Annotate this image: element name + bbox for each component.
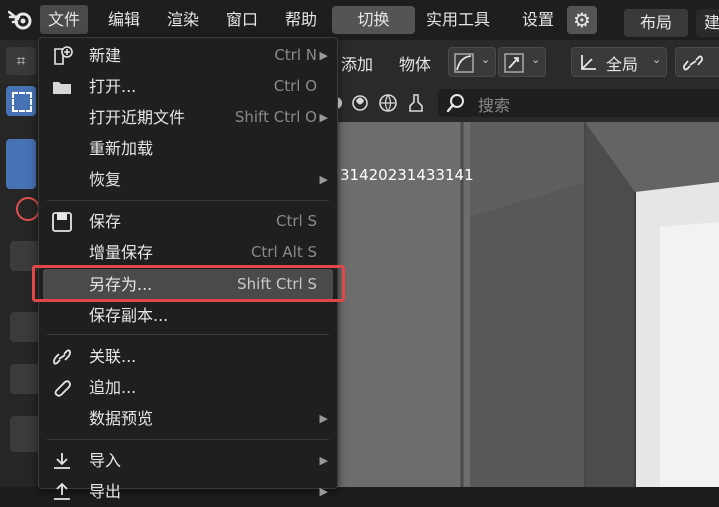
- visibility-icons[interactable]: [330, 92, 434, 114]
- menu-file[interactable]: 文件: [40, 5, 89, 34]
- transform-orientation-dropdown[interactable]: 全局 ⌄: [571, 47, 667, 77]
- submenu-arrow-icon: ▶: [319, 173, 328, 186]
- menu-item-shortcut: Ctrl O: [273, 77, 317, 95]
- folder-icon: [53, 82, 71, 94]
- menu-edit[interactable]: 编辑: [100, 5, 148, 34]
- add-toolbar-icon[interactable]: ⌗: [6, 47, 36, 75]
- menu-item-label: 保存: [89, 212, 122, 231]
- menu-separator: [47, 334, 329, 335]
- transform-label: 全局: [606, 55, 639, 74]
- paperclip-icon: [54, 380, 71, 397]
- menu-item-shortcut: Ctrl Alt S: [250, 243, 317, 261]
- submenu-arrow-icon: ▶: [319, 111, 328, 124]
- file-menu-dropdown: 新建 Ctrl N ▶ 打开... Ctrl O 打开近期文件 Shift Ct…: [38, 37, 338, 501]
- scale-tool[interactable]: [10, 364, 40, 394]
- menu-item-label: 恢复: [89, 170, 122, 189]
- chevron-down-icon: ⌄: [652, 53, 662, 66]
- menu-utilities[interactable]: 实用工具: [418, 5, 498, 34]
- tab-layout[interactable]: 布局: [624, 9, 688, 37]
- menu-separator: [47, 200, 329, 201]
- chevron-down-icon: ⌄: [481, 53, 491, 66]
- viewport-overlay-text: 31420231433141: [340, 166, 474, 184]
- menu-item-label: 增量保存: [89, 243, 154, 262]
- submenu-arrow-icon: ▶: [319, 412, 328, 425]
- new-file-icon: [54, 46, 73, 65]
- submenu-arrow-icon: ▶: [319, 49, 328, 62]
- menu-item-save[interactable]: 保存 Ctrl S: [39, 206, 337, 237]
- export-icon: [54, 482, 70, 500]
- submenu-arrow-icon: ▶: [319, 454, 328, 467]
- import-icon: [54, 453, 70, 469]
- menu-help[interactable]: 帮助: [277, 5, 325, 34]
- menu-item-link[interactable]: 关联...: [39, 341, 337, 372]
- menu-item-data-previews[interactable]: 数据预览 ▶: [39, 403, 337, 434]
- menu-item-label: 打开...: [89, 77, 137, 96]
- menu-item-revert[interactable]: 重新加载: [39, 133, 337, 164]
- pivot-dropdown[interactable]: [675, 47, 719, 77]
- menu-item-label: 导出: [89, 482, 122, 501]
- menu-item-open[interactable]: 打开... Ctrl O: [39, 71, 337, 102]
- add-menu[interactable]: 添加: [341, 51, 373, 75]
- object-menu[interactable]: 物体: [399, 51, 431, 75]
- menu-item-open-recent[interactable]: 打开近期文件 Shift Ctrl O ▶: [39, 102, 337, 133]
- menu-item-new[interactable]: 新建 Ctrl N ▶: [39, 40, 337, 71]
- menu-item-label: 数据预览: [89, 409, 154, 428]
- transform-tool[interactable]: [10, 416, 40, 452]
- gear-icon[interactable]: ⚙: [567, 6, 597, 34]
- search-field[interactable]: 搜索: [438, 89, 719, 117]
- menu-item-label: 新建: [89, 46, 122, 65]
- link-chain-icon: [683, 55, 703, 71]
- snap-icon: [504, 53, 524, 73]
- blender-logo-icon[interactable]: [7, 8, 34, 32]
- rotate-tool[interactable]: [10, 312, 40, 342]
- top-menu-bar: 文件 编辑 渲染 窗口 帮助 切换 实用工具 设置 ⚙ 布局 建: [0, 0, 719, 40]
- menu-item-import[interactable]: 导入 ▶: [39, 445, 337, 476]
- menu-item-recover[interactable]: 恢复 ▶: [39, 164, 337, 195]
- highlight-annotation-box: [32, 265, 345, 302]
- switch-button[interactable]: 切换: [332, 6, 415, 34]
- menu-render[interactable]: 渲染: [159, 5, 207, 34]
- menu-item-append[interactable]: 追加...: [39, 372, 337, 403]
- menu-settings[interactable]: 设置: [514, 5, 562, 34]
- menu-item-shortcut: Ctrl N: [274, 46, 317, 64]
- menu-item-shortcut: Ctrl S: [276, 212, 317, 230]
- chevron-down-icon: ⌄: [531, 53, 541, 66]
- curve-icon: [454, 53, 474, 73]
- menu-window[interactable]: 窗口: [218, 5, 266, 34]
- search-placeholder: 搜索: [478, 96, 511, 115]
- menu-item-label: 关联...: [89, 347, 137, 366]
- axes-icon: [581, 55, 596, 70]
- select-box-tool[interactable]: [6, 86, 36, 116]
- menu-item-label: 导入: [89, 451, 122, 470]
- tab-modeling[interactable]: 建: [696, 9, 719, 37]
- menu-item-label: 打开近期文件: [89, 108, 186, 127]
- cursor-target-icon[interactable]: [16, 197, 40, 221]
- snap-dropdown[interactable]: ⌄: [498, 47, 546, 77]
- search-icon: [446, 94, 464, 113]
- menu-item-shortcut: Shift Ctrl O: [234, 108, 317, 126]
- cursor-tool[interactable]: [6, 139, 36, 189]
- menu-item-label: 重新加载: [89, 139, 154, 158]
- menu-item-save-copy[interactable]: 保存副本...: [39, 300, 337, 331]
- menu-item-label: 追加...: [89, 378, 137, 397]
- save-icon: [52, 212, 72, 232]
- menu-item-save-incremental[interactable]: 增量保存 Ctrl Alt S: [39, 237, 337, 268]
- menu-separator: [47, 439, 329, 440]
- shading-dropdown[interactable]: ⌄: [448, 47, 496, 77]
- menu-item-export[interactable]: 导出 ▶: [39, 476, 337, 507]
- submenu-arrow-icon: ▶: [319, 485, 328, 498]
- link-icon: [53, 349, 71, 365]
- menu-item-label: 保存副本...: [89, 306, 169, 325]
